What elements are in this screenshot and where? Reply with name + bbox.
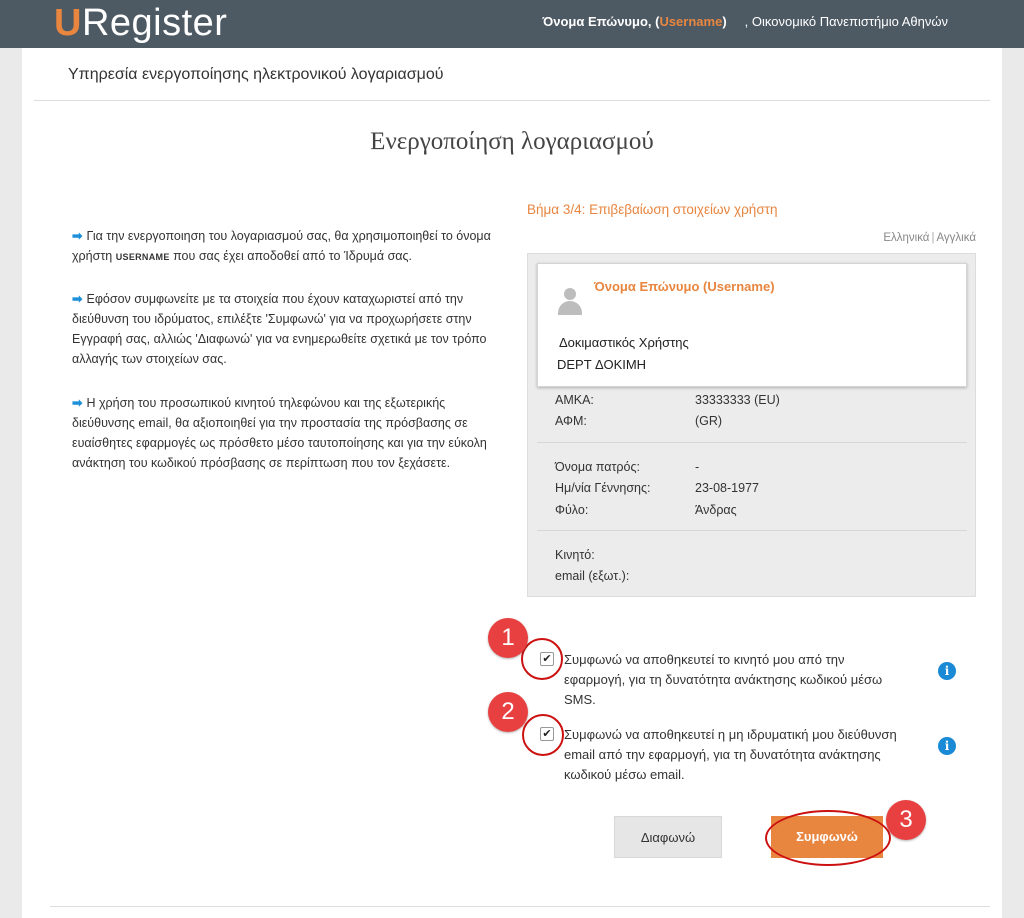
detail-value: 33333333 (EU) <box>695 393 780 407</box>
card-user-role: Δοκιμαστικός Χρήστης <box>559 335 689 350</box>
lang-greek-link[interactable]: Ελληνικά <box>883 232 929 244</box>
user-username: Username <box>659 14 723 29</box>
detail-label: Κινητό: <box>555 548 595 562</box>
lang-separator: | <box>931 232 935 244</box>
lang-english-link[interactable]: Αγγλικά <box>936 232 976 244</box>
page-content: Υπηρεσία ενεργοποίησης ηλεκτρονικού λογα… <box>22 48 1002 918</box>
detail-divider <box>537 530 967 531</box>
consent-sms-text: Συμφωνώ να αποθηκευτεί το κινητό μου από… <box>564 652 883 707</box>
detail-value: Άνδρας <box>695 503 737 517</box>
user-card: Όνομα Επώνυμο (Username) Δοκιμαστικός Χρ… <box>537 263 967 387</box>
detail-value: 23-08-1977 <box>695 481 759 495</box>
user-display-name: Όνομα Επώνυμο, ( <box>542 14 660 29</box>
user-info: Όνομα Επώνυμο, (Username), Οικονομικό Πα… <box>543 14 949 29</box>
detail-label: Όνομα πατρός: <box>555 460 640 474</box>
arrow-right-icon: ➡ <box>72 292 83 306</box>
detail-label: Φύλο: <box>555 503 589 517</box>
card-user-name: Όνομα Επώνυμο (Username) <box>594 279 775 294</box>
highlight-ring <box>522 714 564 756</box>
institution-separator: , <box>744 14 749 29</box>
detail-value: - <box>695 460 700 474</box>
detail-label: ΑΜΚΑ: <box>555 393 594 407</box>
user-display-name-close: ) <box>722 14 727 29</box>
highlight-ring <box>521 638 563 680</box>
consent-email-text: Συμφωνώ να αποθηκευτεί η μη ιδρυματική μ… <box>564 727 897 782</box>
info-text: Εφόσον συμφωνείτε με τα στοιχεία που έχο… <box>72 292 487 366</box>
detail-value: (GR) <box>695 414 723 428</box>
institution-name: Οικονομικό Πανεπιστήμιο Αθηνών <box>751 14 948 29</box>
card-user-department: DEPT ΔΟΚΙΜΗ <box>557 357 647 372</box>
detail-label: email (εξωτ.): <box>555 569 630 583</box>
step-badge: 3 <box>886 800 926 840</box>
step-title: Βήμα 3/4: Επιβεβαίωση στοιχείων χρήστη <box>527 202 778 217</box>
service-title: Υπηρεσία ενεργοποίησης ηλεκτρονικού λογα… <box>68 66 444 83</box>
info-text: που σας έχει αποδοθεί από το Ίδρυμά σας. <box>173 249 413 263</box>
language-switcher: Ελληνικά | Αγγλικά <box>883 232 976 244</box>
step-badge: 1 <box>488 618 528 658</box>
brand-logo[interactable]: URegister <box>54 2 227 44</box>
arrow-right-icon: ➡ <box>72 229 83 243</box>
info-paragraph-username: ➡ Για την ενεργοποιηση του λογαριασμού σα… <box>72 226 492 267</box>
info-paragraph-contact: ➡ Η χρήση του προσωπικού κινητού τηλεφώνο… <box>72 393 492 473</box>
divider <box>50 906 990 907</box>
page-title: Ενεργοποίηση λογαριασμού <box>370 128 654 155</box>
detail-label: ΑΦΜ: <box>555 414 587 428</box>
detail-divider <box>537 442 967 443</box>
arrow-right-icon: ➡ <box>72 396 83 410</box>
divider <box>34 100 990 101</box>
user-details-panel: Όνομα Επώνυμο (Username) Δοκιμαστικός Χρ… <box>527 253 976 597</box>
disagree-button[interactable]: Διαφωνώ <box>614 816 722 858</box>
brand-logo-letter: U <box>54 2 82 44</box>
brand-logo-text: Register <box>81 2 228 44</box>
info-icon[interactable]: i <box>938 662 956 680</box>
highlight-ring <box>765 810 891 866</box>
info-text: Η χρήση του προσωπικού κινητού τηλεφώνου… <box>72 396 487 470</box>
info-icon[interactable]: i <box>938 737 956 755</box>
detail-label: Ημ/νία Γέννησης: <box>555 481 651 495</box>
info-username: USERNAME <box>115 252 170 262</box>
step-badge: 2 <box>488 692 528 732</box>
avatar-icon <box>558 288 582 316</box>
info-paragraph-agree: ➡ Εφόσον συμφωνείτε με τα στοιχεία που έχ… <box>72 289 492 369</box>
top-bar: URegister Όνομα Επώνυμο, (Username), Οικ… <box>0 0 1024 48</box>
